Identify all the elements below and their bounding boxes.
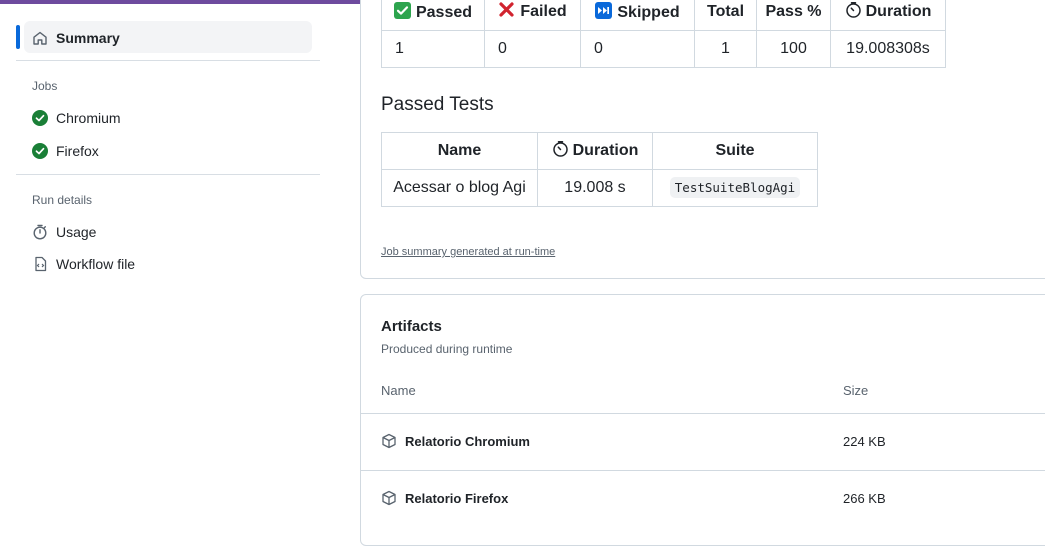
results-cell-passed: 1 — [381, 30, 485, 68]
row-divider — [361, 413, 1045, 414]
artifacts-title: Artifacts — [381, 318, 442, 335]
home-icon — [32, 30, 48, 46]
artifact-size: 224 KB — [843, 434, 886, 449]
passed-header-name: Name — [381, 132, 538, 170]
sidebar-item-label: Usage — [56, 224, 97, 240]
sidebar-item-firefox[interactable]: Firefox — [32, 140, 99, 162]
artifacts-col-name: Name — [381, 383, 416, 398]
artifact-link-chromium[interactable]: Relatorio Chromium — [381, 433, 530, 449]
job-summary-link[interactable]: Job summary generated at run-time — [381, 246, 555, 258]
stopwatch-icon — [552, 140, 569, 162]
package-icon — [381, 433, 397, 449]
artifacts-subtitle: Produced during runtime — [381, 342, 513, 356]
results-header-skipped: Skipped — [580, 0, 695, 31]
results-cell-skipped: 0 — [580, 30, 695, 68]
sidebar-item-workflow-file[interactable]: Workflow file — [32, 253, 135, 275]
sidebar-divider — [16, 60, 320, 61]
run-details-heading: Run details — [32, 193, 93, 207]
results-table: Passed Failed Skipped Total Pass % Durat… — [381, 0, 946, 68]
results-header-total: Total — [694, 0, 757, 31]
artifacts-col-size: Size — [843, 383, 869, 398]
artifact-name: Relatorio Chromium — [405, 433, 530, 449]
sidebar: Summary Jobs Chromium Firefox Run detail… — [0, 0, 340, 525]
results-header-duration: Duration — [830, 0, 946, 31]
suite-code-label: TestSuiteBlogAgi — [669, 177, 801, 198]
cross-mark-icon — [498, 1, 515, 23]
passed-header-duration: Duration — [537, 132, 653, 170]
results-cell-duration: 19.008308s — [830, 30, 946, 68]
sidebar-active-indicator — [16, 25, 20, 49]
row-divider — [361, 470, 1045, 471]
sidebar-item-usage[interactable]: Usage — [32, 221, 96, 243]
fast-forward-icon — [595, 1, 613, 19]
sidebar-item-label: Workflow file — [56, 256, 136, 272]
artifact-link-firefox[interactable]: Relatorio Firefox — [381, 490, 508, 506]
package-icon — [381, 490, 397, 506]
stopwatch-icon — [32, 224, 48, 240]
sidebar-item-label: Summary — [56, 30, 120, 46]
passed-tests-table: Name Duration Suite Acessar o blog Agi 1… — [381, 132, 818, 207]
results-cell-total: 1 — [694, 30, 757, 68]
passed-tests-heading: Passed Tests — [381, 94, 494, 115]
passed-cell-name: Acessar o blog Agi — [381, 169, 538, 207]
stopwatch-icon — [845, 1, 862, 23]
sidebar-divider — [16, 174, 320, 175]
jobs-heading: Jobs — [32, 79, 58, 93]
check-mark-icon — [393, 1, 411, 19]
sidebar-item-label: Firefox — [56, 143, 99, 159]
table-row: Acessar o blog Agi 19.008 s TestSuiteBlo… — [381, 169, 818, 207]
file-code-icon — [32, 256, 48, 272]
sidebar-item-summary[interactable]: Summary — [32, 27, 120, 49]
artifacts-card — [360, 294, 1045, 546]
results-cell-pass-pct: 100 — [756, 30, 831, 68]
passed-cell-suite: TestSuiteBlogAgi — [652, 169, 818, 207]
check-circle-icon — [32, 143, 48, 159]
passed-cell-duration: 19.008 s — [537, 169, 653, 207]
results-header-failed: Failed — [484, 0, 581, 31]
check-circle-icon — [32, 110, 48, 126]
sidebar-item-label: Chromium — [56, 110, 121, 126]
passed-header-suite: Suite — [652, 132, 818, 170]
artifact-size: 266 KB — [843, 491, 886, 506]
results-cell-failed: 0 — [484, 30, 581, 68]
results-header-passed: Passed — [381, 0, 485, 31]
sidebar-item-chromium[interactable]: Chromium — [32, 107, 121, 129]
artifact-name: Relatorio Firefox — [405, 490, 509, 506]
results-header-pass-pct: Pass % — [756, 0, 831, 31]
